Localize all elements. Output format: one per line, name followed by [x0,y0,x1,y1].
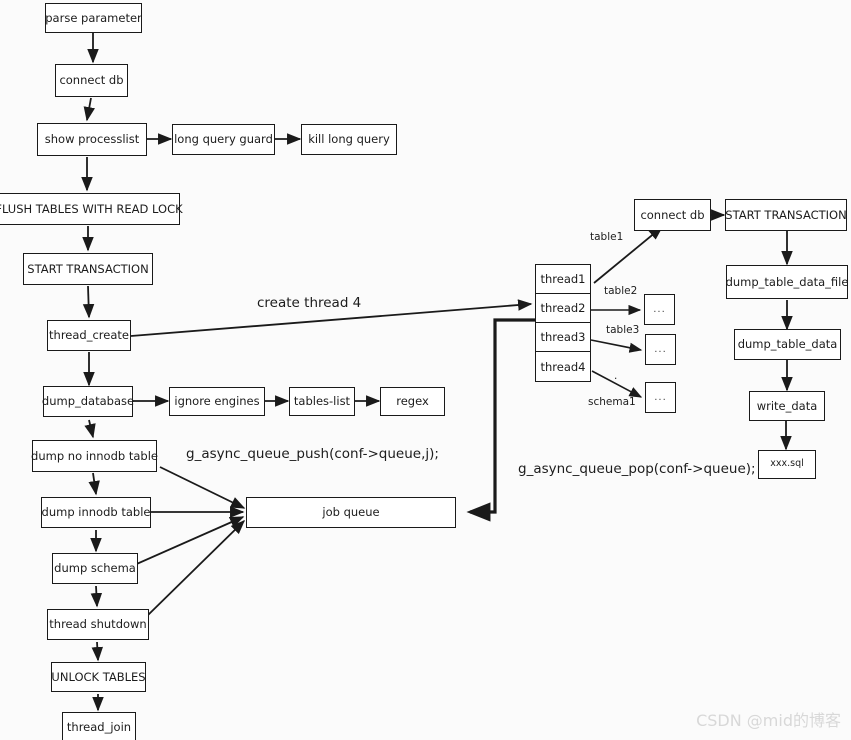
label-table2: table2 [604,285,637,297]
node-thread-join[interactable]: thread_join [62,712,136,740]
thread-stack-item[interactable]: thread1 [536,265,590,294]
node-dump-table-data[interactable]: dump_table_data [734,329,841,360]
node-start-transaction-worker[interactable]: START TRANSACTION [725,199,847,231]
node-label: dump_table_data_file [725,274,849,289]
node-label: START TRANSACTION [27,261,149,276]
node-table2-placeholder[interactable]: ... [644,294,675,325]
thread-label: thread3 [540,330,586,344]
node-dump-schema[interactable]: dump schema [52,553,138,584]
node-job-queue[interactable]: job queue [246,497,456,528]
label-table1: table1 [590,231,623,243]
node-unlock-tables[interactable]: UNLOCK TABLES [51,662,146,692]
node-flush-tables-with-read-lock[interactable]: FLUSH TABLES WITH READ LOCK [0,193,183,225]
node-write-data[interactable]: write_data [749,391,825,421]
node-label: job queue [322,505,380,520]
node-schema1-placeholder[interactable]: ... [645,382,676,413]
label-text: g_async_queue_push(conf->queue,j); [186,446,439,462]
thread-stack-item[interactable]: thread4 [536,352,590,381]
node-label: thread_create [49,328,129,343]
node-label: dump_database [41,394,135,409]
node-label: regex [396,394,429,409]
thread-label: thread1 [540,272,586,286]
label-table3: table3 [606,324,639,336]
node-label: tables-list [293,394,351,409]
node-dump-no-innodb-table[interactable]: dump no innodb table [31,440,158,472]
watermark-text: CSDN @mid的博客 [696,711,841,730]
node-label: long query guard [174,132,273,147]
node-label: parse parameter [45,10,142,25]
thread-stack-item[interactable]: thread2 [536,294,590,323]
node-label: dump innodb table [41,505,151,520]
node-regex[interactable]: regex [380,387,445,416]
node-start-transaction-main[interactable]: START TRANSACTION [23,253,153,285]
node-kill-long-query[interactable]: kill long query [301,124,397,155]
thread-stack-item[interactable]: thread3 [536,323,590,352]
node-label: thread_join [66,720,132,735]
node-connect-db-worker[interactable]: connect db [634,199,711,231]
node-dump-innodb-table[interactable]: dump innodb table [41,497,151,528]
node-label: xxx.sql [770,458,804,470]
node-label: show processlist [44,132,140,147]
node-thread-create[interactable]: thread_create [47,320,131,351]
label-text: g_async_queue_pop(conf->queue); [518,461,756,477]
node-dump-table-data-file[interactable]: dump_table_data_file [726,265,848,299]
label-dot-separator: . [614,370,617,382]
label-text: table1 [590,231,624,243]
node-label: kill long query [308,132,390,147]
thread-label: thread4 [540,359,586,374]
node-dump-database[interactable]: dump_database [41,386,135,417]
node-label: write_data [756,398,818,413]
node-ignore-engines[interactable]: ignore engines [169,387,265,416]
label-text: table2 [604,285,638,297]
label-text: . [614,370,618,382]
node-label: ... [654,392,667,403]
node-label: connect db [59,73,124,88]
node-show-processlist[interactable]: show processlist [37,123,147,156]
node-label: ... [653,304,666,315]
label-text: schema1 [588,396,636,408]
label-queue-push: g_async_queue_push(conf->queue,j); [186,446,439,462]
node-tables-list[interactable]: tables-list [289,387,355,416]
thread-stack: thread1 thread2 thread3 thread4 [535,264,591,382]
node-label: thread shutdown [49,617,147,632]
node-label: ignore engines [174,394,260,409]
label-schema1: schema1 [588,396,636,408]
node-label: dump schema [54,561,136,576]
node-long-query-guard[interactable]: long query guard [172,124,275,155]
node-xxx-sql[interactable]: xxx.sql [758,450,816,479]
node-label: START TRANSACTION [725,207,847,222]
node-label: ... [654,344,667,355]
thread-label: thread2 [540,301,586,315]
node-label: UNLOCK TABLES [51,669,146,684]
label-text: table3 [606,324,640,336]
node-label: connect db [640,207,705,222]
node-label: dump_table_data [737,337,838,352]
node-parse-parameter[interactable]: parse parameter [45,3,142,33]
label-text: create thread 4 [257,295,362,311]
node-thread-shutdown[interactable]: thread shutdown [47,609,149,640]
node-label: FLUSH TABLES WITH READ LOCK [0,201,183,216]
flowchart-canvas: parse parameter connect db show processl… [0,0,851,740]
label-create-thread: create thread 4 [257,295,361,311]
watermark: CSDN @mid的博客 [696,707,841,731]
node-connect-db-main[interactable]: connect db [55,64,128,97]
node-table3-placeholder[interactable]: ... [645,334,676,365]
node-label: dump no innodb table [31,448,158,463]
label-queue-pop: g_async_queue_pop(conf->queue); [518,461,756,477]
